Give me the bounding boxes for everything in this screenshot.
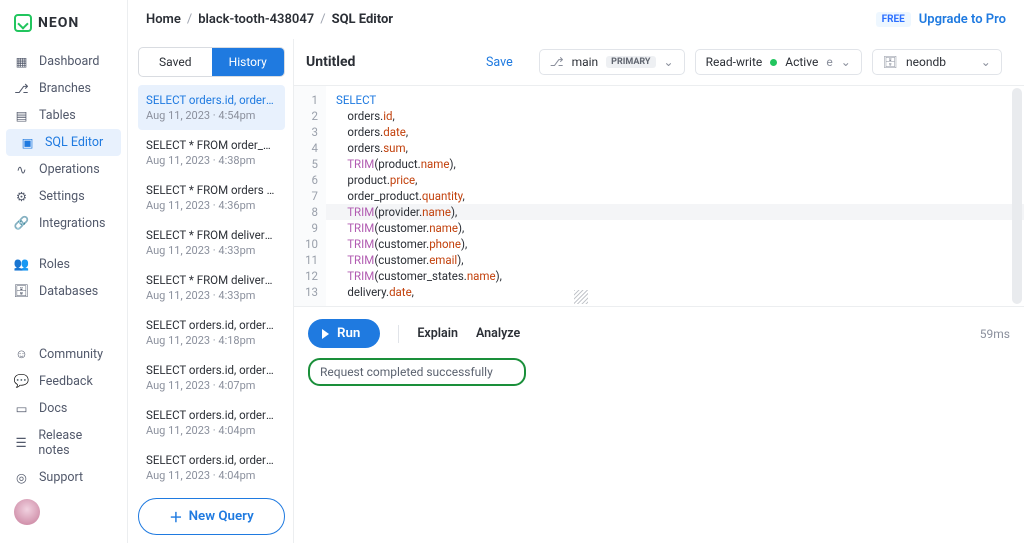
chevron-down-icon: ⌄ bbox=[664, 55, 674, 69]
resize-handle-icon[interactable] bbox=[574, 290, 588, 304]
tab-history[interactable]: History bbox=[212, 48, 285, 76]
sidebar-item-tables[interactable]: ▤Tables bbox=[0, 102, 127, 129]
history-item[interactable]: SELECT orders.id, orders.date...Aug 11, … bbox=[138, 310, 285, 355]
sidebar-item-sql-editor[interactable]: ▣SQL Editor bbox=[6, 129, 121, 156]
note-icon: ☰ bbox=[14, 436, 28, 451]
users-icon: 👥 bbox=[14, 257, 29, 272]
code-gutter: 12345678910111213 bbox=[294, 86, 326, 306]
sidebar-item-support[interactable]: ◎Support bbox=[0, 464, 127, 491]
people-icon: ☺ bbox=[14, 347, 29, 362]
breadcrumb-current: SQL Editor bbox=[332, 12, 394, 27]
breadcrumb-home[interactable]: Home bbox=[146, 12, 181, 27]
grid-icon: ▦ bbox=[14, 54, 29, 69]
mode-selector[interactable]: Read-write Active e ⌄ bbox=[695, 49, 862, 75]
brand-logo[interactable]: NEON bbox=[0, 10, 127, 48]
tab-saved[interactable]: Saved bbox=[139, 48, 212, 76]
status-dot-icon bbox=[770, 59, 777, 66]
history-item[interactable]: SELECT * FROM orders WHER...Aug 11, 2023… bbox=[138, 175, 285, 220]
play-icon bbox=[322, 329, 329, 339]
branch-icon: ⎇ bbox=[550, 55, 564, 69]
history-item[interactable]: SELECT * FROM order_produ...Aug 11, 2023… bbox=[138, 130, 285, 175]
sidebar-item-settings[interactable]: ⚙Settings bbox=[0, 183, 127, 210]
analyze-button[interactable]: Analyze bbox=[476, 326, 520, 341]
primary-badge: PRIMARY bbox=[606, 56, 655, 68]
breadcrumb-project[interactable]: black-tooth-438047 bbox=[198, 12, 314, 27]
history-panel: Saved History SELECT orders.id, orders.d… bbox=[128, 39, 293, 543]
sidebar-item-release-notes[interactable]: ☰Release notes bbox=[0, 422, 127, 464]
sidebar-item-docs[interactable]: ▭Docs bbox=[0, 395, 127, 422]
chat-icon: 💬 bbox=[14, 374, 29, 389]
history-item[interactable]: SELECT * FROM delivery WHE...Aug 11, 202… bbox=[138, 220, 285, 265]
upgrade-link[interactable]: Upgrade to Pro bbox=[919, 12, 1006, 27]
sidebar-item-community[interactable]: ☺Community bbox=[0, 341, 127, 368]
branch-icon: ⎇ bbox=[14, 81, 29, 96]
explain-button[interactable]: Explain bbox=[417, 326, 458, 341]
breadcrumb: Home / black-tooth-438047 / SQL Editor bbox=[146, 12, 393, 27]
query-title[interactable]: Untitled bbox=[306, 54, 476, 70]
sidebar-item-feedback[interactable]: 💬Feedback bbox=[0, 368, 127, 395]
sidebar-item-databases[interactable]: 🗄Databases bbox=[0, 278, 127, 305]
logo-mark-icon bbox=[14, 14, 32, 32]
avatar[interactable] bbox=[14, 499, 40, 525]
status-message: Request completed successfully bbox=[308, 358, 526, 386]
database-icon: 🗄 bbox=[883, 55, 898, 69]
table-icon: ▤ bbox=[14, 108, 29, 123]
save-button[interactable]: Save bbox=[486, 55, 513, 70]
run-button[interactable]: Run bbox=[308, 319, 380, 348]
history-item[interactable]: SELECT orders.id, orders.date...Aug 11, … bbox=[138, 85, 285, 130]
code-editor[interactable]: 12345678910111213 SELECT orders.id, orde… bbox=[294, 85, 1024, 306]
sidebar: NEON ▦Dashboard ⎇Branches ▤Tables ▣SQL E… bbox=[0, 0, 128, 543]
query-timing: 59ms bbox=[980, 327, 1010, 341]
life-ring-icon: ◎ bbox=[14, 470, 29, 485]
history-item[interactable]: SELECT orders.id, orders.date...Aug 11, … bbox=[138, 355, 285, 400]
editor-header: Untitled Save ⎇ main PRIMARY ⌄ Read-writ… bbox=[294, 39, 1024, 85]
sidebar-item-branches[interactable]: ⎇Branches bbox=[0, 75, 127, 102]
topbar: Home / black-tooth-438047 / SQL Editor F… bbox=[128, 0, 1024, 39]
results-panel: Run Explain Analyze 59ms Request complet… bbox=[294, 306, 1024, 543]
sql-icon: ▣ bbox=[20, 135, 35, 150]
chevron-down-icon: ⌄ bbox=[841, 55, 851, 69]
sidebar-item-dashboard[interactable]: ▦Dashboard bbox=[0, 48, 127, 75]
branch-selector[interactable]: ⎇ main PRIMARY ⌄ bbox=[539, 49, 685, 75]
sidebar-item-integrations[interactable]: 🔗Integrations bbox=[0, 210, 127, 237]
history-item[interactable]: SELECT orders.id, orders.date...Aug 11, … bbox=[138, 445, 285, 490]
plus-icon: ＋ bbox=[169, 507, 182, 526]
book-icon: ▭ bbox=[14, 401, 29, 416]
new-query-button[interactable]: ＋ New Query bbox=[138, 498, 285, 535]
history-item[interactable]: SELECT orders.id, orders.date...Aug 11, … bbox=[138, 400, 285, 445]
sidebar-item-roles[interactable]: 👥Roles bbox=[0, 251, 127, 278]
database-icon: 🗄 bbox=[14, 284, 29, 299]
code-content: SELECT orders.id, orders.date, orders.su… bbox=[326, 86, 1024, 306]
database-selector[interactable]: 🗄 neondb ⌄ bbox=[872, 49, 1002, 75]
brand-name: NEON bbox=[38, 15, 79, 31]
sidebar-item-operations[interactable]: ∿Operations bbox=[0, 156, 127, 183]
history-tabs: Saved History bbox=[138, 47, 285, 77]
history-item[interactable]: SELECT * FROM delivery WHE...Aug 11, 202… bbox=[138, 265, 285, 310]
chevron-down-icon: ⌄ bbox=[981, 55, 991, 69]
gear-icon: ⚙ bbox=[14, 189, 29, 204]
link-icon: 🔗 bbox=[14, 216, 29, 231]
free-badge: FREE bbox=[876, 12, 911, 27]
activity-icon: ∿ bbox=[14, 162, 29, 177]
